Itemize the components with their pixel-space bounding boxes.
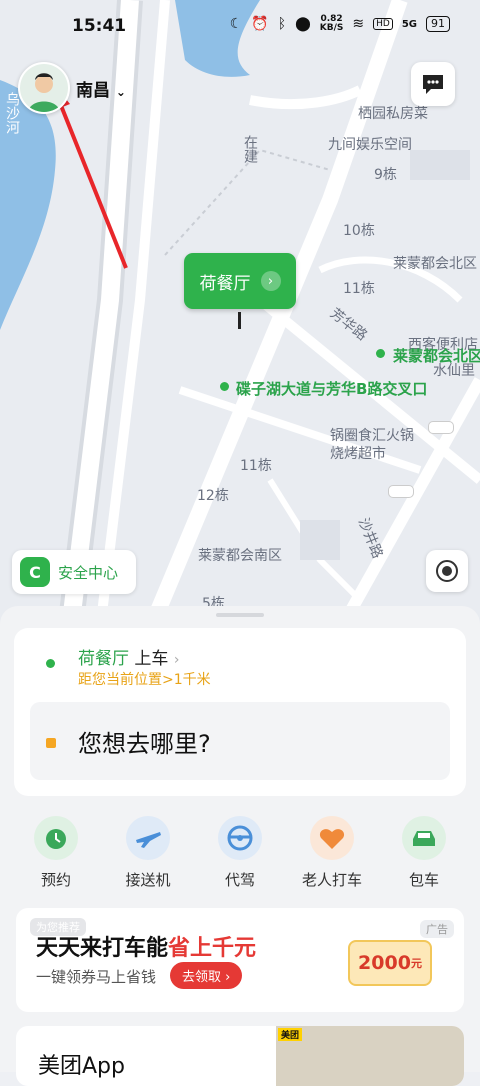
user-avatar-icon xyxy=(20,64,68,112)
pickup-pin[interactable]: 荷餐厅 › xyxy=(184,253,296,309)
map-label-poi: 锅圈食汇火锅烧烤超市 xyxy=(330,428,414,462)
destination-marker-icon xyxy=(46,738,56,748)
chevron-down-icon: ⌄ xyxy=(115,85,126,99)
car-icon xyxy=(402,816,446,860)
map-label-river: 乌沙河 xyxy=(4,92,20,134)
service-shortcuts: 预约 接送机 代驾 老人打车 包车 xyxy=(14,816,466,896)
promo-title: 美团App xyxy=(38,1054,125,1079)
service-designated-driver[interactable]: 代驾 xyxy=(198,816,282,896)
service-reserve[interactable]: 预约 xyxy=(14,816,98,896)
ad-headline: 天天来打车能省上千元 xyxy=(36,936,257,961)
coupon-graphic: 2000 元 xyxy=(348,940,432,986)
map-label-area: 莱蒙都会南区 xyxy=(198,548,282,564)
airplane-icon xyxy=(126,816,170,860)
service-charter[interactable]: 包车 xyxy=(382,816,466,896)
ad-tag: 广告 xyxy=(420,920,454,938)
locate-button[interactable] xyxy=(426,550,468,592)
alarm-icon: ⏰ xyxy=(251,16,269,32)
map-label-building: 12栋 xyxy=(197,488,229,504)
avatar[interactable] xyxy=(18,62,70,114)
map-label-building: 10栋 xyxy=(343,223,375,239)
hd-badge: HD xyxy=(373,18,393,30)
service-airport[interactable]: 接送机 xyxy=(106,816,190,896)
pickup-dot xyxy=(46,659,55,668)
map-poi-dot xyxy=(376,349,385,358)
map-label-construction: 在建 xyxy=(242,135,258,163)
wifi-icon: ≋ xyxy=(352,16,365,32)
safety-center-label: 安全中心 xyxy=(58,563,119,582)
service-senior[interactable]: 老人打车 xyxy=(290,816,374,896)
battery-indicator: 91 xyxy=(426,16,450,32)
claim-button[interactable]: 去领取 › xyxy=(170,962,243,989)
map-label-intersection[interactable]: 碟子湖大道与芳华B路交叉口 xyxy=(236,379,446,399)
heart-hands-icon xyxy=(310,816,354,860)
shield-icon: C xyxy=(20,557,50,587)
pickup-distance: 距您当前位置>1千米 xyxy=(78,672,211,688)
map-poi-dot xyxy=(220,382,229,391)
message-button[interactable] xyxy=(411,62,455,106)
steering-wheel-icon xyxy=(218,816,262,860)
chevron-right-icon: › xyxy=(225,970,231,985)
status-bar: 15:41 ☾ ⏰ ᛒ ⬤ 0.82 KB/S ≋ HD 5G 91 xyxy=(0,0,480,52)
map-label-poi: 九间娱乐空间 xyxy=(328,137,412,153)
network-speed: 0.82 KB/S xyxy=(319,14,344,33)
network-type: 5G xyxy=(401,18,417,30)
map-label-poi: 栖园私房菜 xyxy=(358,106,428,122)
map-label-building: 9栋 xyxy=(374,167,397,183)
map-label-poi: 水仙里 xyxy=(433,363,475,379)
promo-card[interactable]: 美团App 美团 xyxy=(16,1026,464,1086)
ad-subtitle: 一键领券马上省钱 xyxy=(36,968,157,986)
moon-icon: ☾ xyxy=(229,16,243,32)
safety-center-button[interactable]: C 安全中心 xyxy=(12,550,136,594)
city-selector[interactable]: 南昌 ⌄ xyxy=(76,76,126,101)
destination-placeholder: 您想去哪里? xyxy=(78,730,211,758)
destination-input[interactable]: 您想去哪里? xyxy=(30,702,450,780)
pickup-location[interactable]: 荷餐厅 上车 › xyxy=(78,644,179,669)
map-view[interactable]: 乌沙河 栖园私房菜 九间娱乐空间 在建 9栋 10栋 莱蒙都会北区 11栋 芳华… xyxy=(0,0,480,630)
map-label-building: 11栋 xyxy=(240,458,272,474)
pin-stem xyxy=(238,312,241,329)
promo-image xyxy=(276,1026,464,1086)
chevron-right-icon: › xyxy=(173,652,180,668)
chat-bubble-icon xyxy=(423,75,443,94)
pickup-pin-label: 荷餐厅 xyxy=(199,273,251,294)
ad-banner[interactable]: 为您推荐 天天来打车能省上千元 一键领券马上省钱 去领取 › 广告 2000 元 xyxy=(16,908,464,1012)
sheet-handle[interactable] xyxy=(216,613,264,617)
status-time: 15:41 xyxy=(72,16,127,36)
traffic-light-icon xyxy=(428,421,454,434)
meituan-logo: 美团 xyxy=(278,1028,303,1041)
bluetooth-icon: ᛒ xyxy=(277,16,287,32)
clock-icon xyxy=(34,816,78,860)
target-icon xyxy=(436,560,458,582)
map-label-building: 11栋 xyxy=(343,281,375,297)
traffic-light-icon xyxy=(388,485,414,498)
map-label-area: 莱蒙都会北区 xyxy=(393,256,477,272)
chevron-right-icon: › xyxy=(260,271,281,291)
location-icon: ⬤ xyxy=(295,16,311,32)
